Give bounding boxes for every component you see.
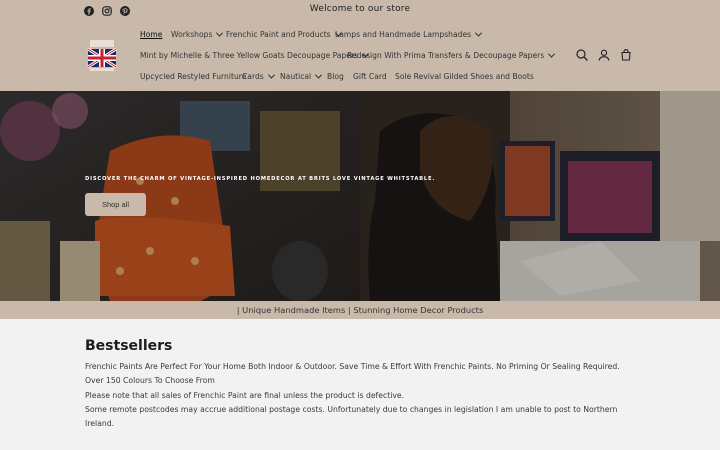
marquee-strip: | Unique Handmade Items | Stunning Home … bbox=[0, 301, 720, 319]
nav-cards-label: Cards bbox=[242, 71, 264, 81]
nav-frenchic[interactable]: Frenchic Paint and Products bbox=[226, 28, 342, 40]
shop-all-button[interactable]: Shop all bbox=[85, 193, 146, 216]
store-logo[interactable] bbox=[84, 37, 120, 73]
announcement-bar: Welcome to our store bbox=[0, 0, 720, 21]
nav-redesign-label: Redesign With Prima Transfers & Decoupag… bbox=[347, 50, 545, 60]
nav-home[interactable]: Home bbox=[140, 28, 162, 40]
hero-banner: DISCOVER THE CHARM OF VINTAGE-INSPIRED H… bbox=[0, 91, 720, 301]
chevron-down-icon bbox=[315, 71, 323, 79]
description-line: Please note that all sales of Frenchic P… bbox=[85, 390, 405, 400]
hero-tagline: DISCOVER THE CHARM OF VINTAGE-INSPIRED H… bbox=[85, 176, 436, 182]
chevron-down-icon bbox=[475, 29, 483, 37]
search-icon[interactable] bbox=[575, 47, 589, 61]
nav-lamps[interactable]: Lamps and Handmade Lampshades bbox=[335, 28, 483, 40]
chevron-down-icon bbox=[216, 29, 224, 37]
nav-redesign[interactable]: Redesign With Prima Transfers & Decoupag… bbox=[347, 49, 556, 61]
section-description: Frenchic Paints Are Perfect For Your Hom… bbox=[85, 360, 637, 431]
nav-mint[interactable]: Mint by Michelle & Three Yellow Goats De… bbox=[140, 49, 370, 61]
nav-nautical-label: Nautical bbox=[280, 71, 312, 81]
description-line: Frenchic Paints Are Perfect For Your Hom… bbox=[85, 362, 620, 386]
chevron-down-icon bbox=[267, 71, 275, 79]
announcement-text: Welcome to our store bbox=[309, 4, 411, 14]
nav-upcycled-label: Upcycled Restyled Furniture bbox=[140, 71, 247, 81]
site-header: Home Workshops Frenchic Paint and Produc… bbox=[0, 21, 720, 91]
section-title: Bestsellers bbox=[85, 338, 173, 354]
nav-workshops-label: Workshops bbox=[171, 29, 213, 39]
nav-giftcard-label: Gift Card bbox=[353, 71, 387, 81]
nav-mint-label: Mint by Michelle & Three Yellow Goats De… bbox=[140, 50, 359, 60]
nav-workshops[interactable]: Workshops bbox=[171, 28, 224, 40]
nav-blog-label: Blog bbox=[327, 71, 344, 81]
nav-blog[interactable]: Blog bbox=[327, 70, 344, 82]
nav-home-label: Home bbox=[140, 29, 163, 39]
nav-lamps-label: Lamps and Handmade Lampshades bbox=[335, 29, 472, 39]
description-line: Some remote postcodes may accrue additio… bbox=[85, 404, 618, 429]
account-icon[interactable] bbox=[597, 47, 611, 61]
cart-icon[interactable] bbox=[619, 47, 633, 61]
nav-sole[interactable]: Sole Revival Gilded Shoes and Boots bbox=[395, 70, 534, 82]
nav-sole-label: Sole Revival Gilded Shoes and Boots bbox=[395, 71, 534, 81]
nav-upcycled[interactable]: Upcycled Restyled Furniture bbox=[140, 70, 246, 82]
marquee-text: | Unique Handmade Items | Stunning Home … bbox=[236, 305, 484, 315]
chevron-down-icon bbox=[548, 50, 556, 58]
bestsellers-section: Bestsellers Frenchic Paints Are Perfect … bbox=[0, 319, 720, 450]
nav-cards[interactable]: Cards bbox=[242, 70, 275, 82]
nav-frenchic-label: Frenchic Paint and Products bbox=[226, 29, 331, 39]
nav-nautical[interactable]: Nautical bbox=[280, 70, 323, 82]
nav-giftcard[interactable]: Gift Card bbox=[353, 70, 387, 82]
